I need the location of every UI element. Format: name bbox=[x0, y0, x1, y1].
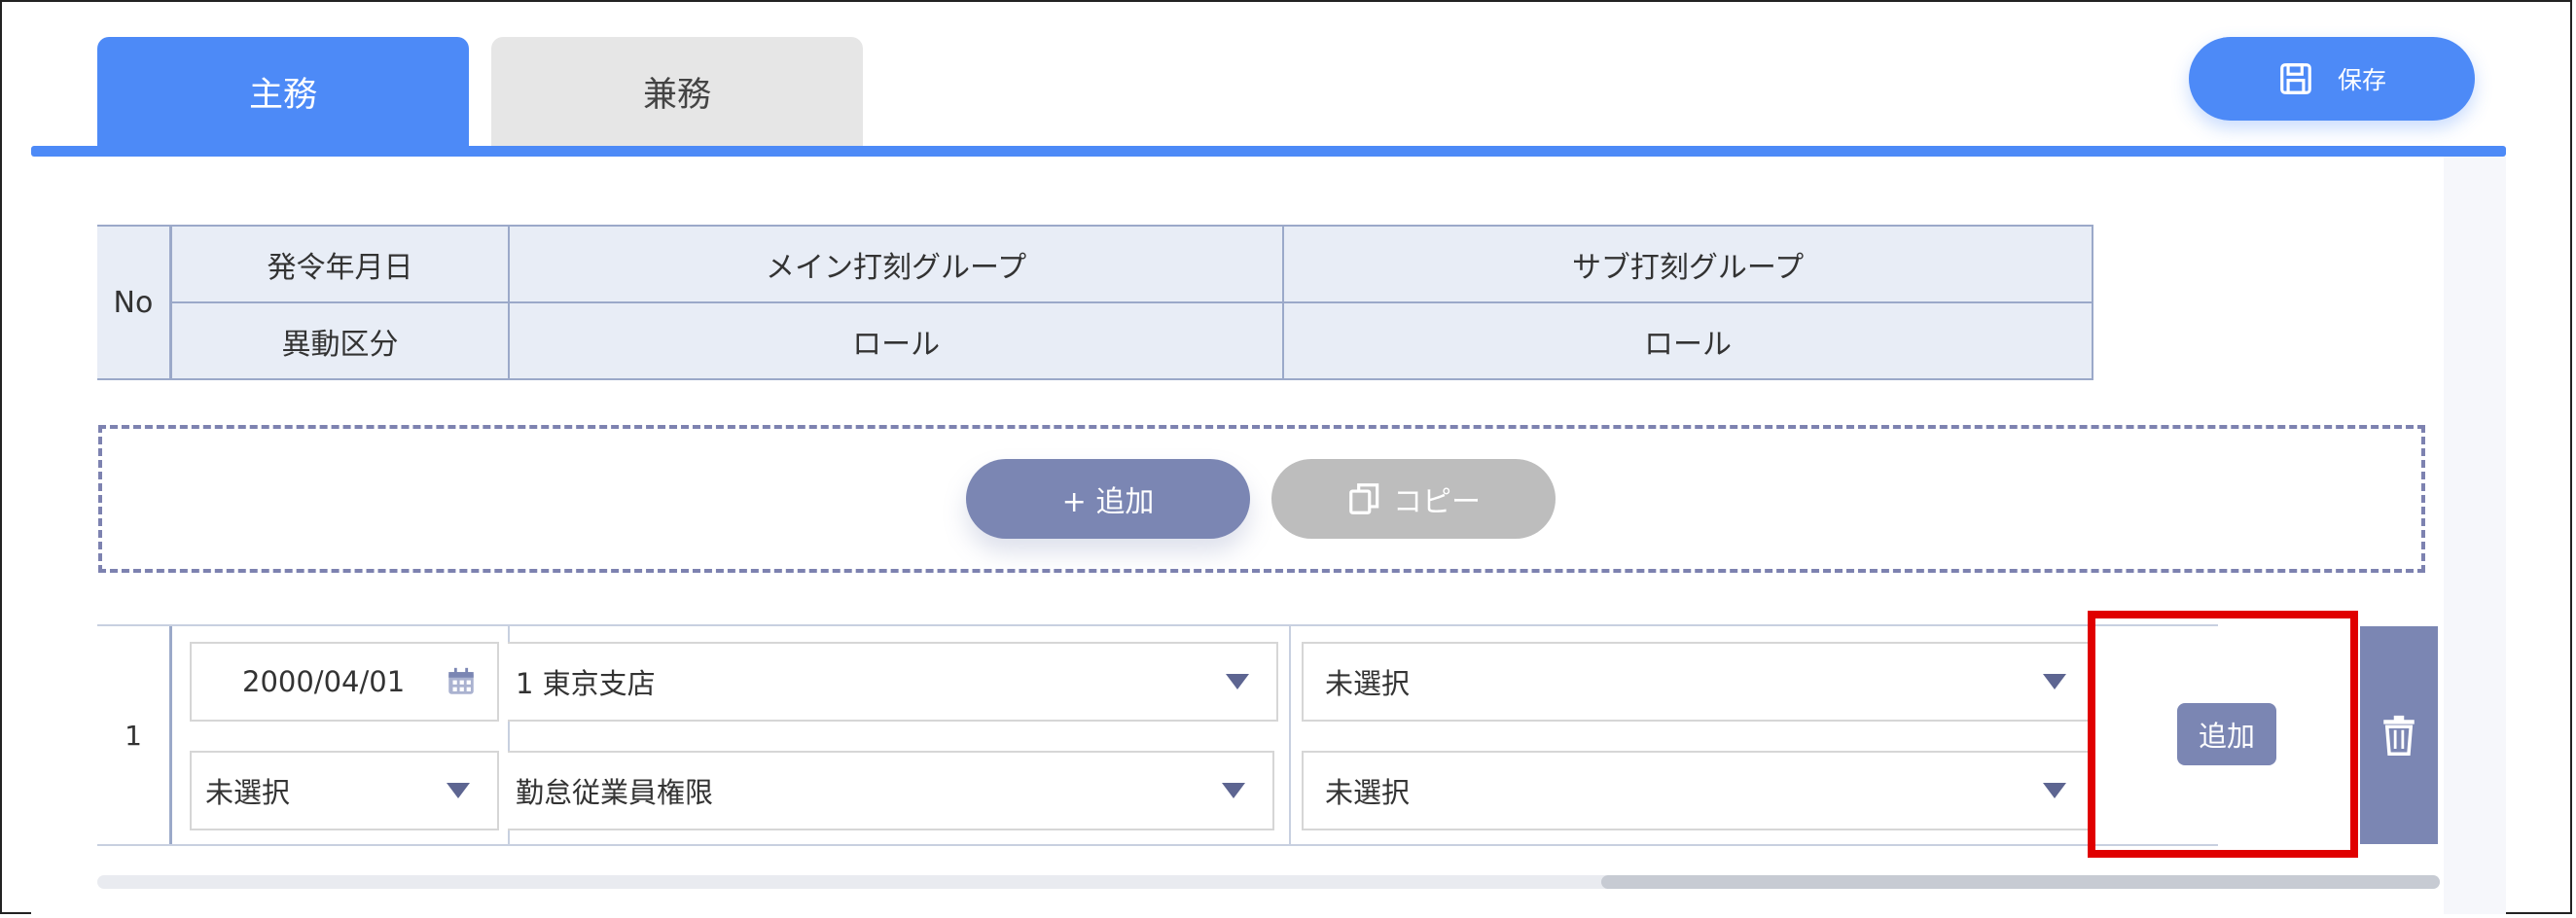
add-row-button[interactable]: + 追加 bbox=[966, 459, 1250, 539]
trash-icon[interactable] bbox=[2381, 715, 2416, 756]
transfer-type-select[interactable]: 未選択 bbox=[190, 751, 499, 830]
header-transfer-type: 異動区分 bbox=[169, 301, 511, 380]
row-top-border bbox=[97, 624, 2218, 626]
sub-role-value: 未選択 bbox=[1325, 776, 1411, 809]
add-area bbox=[98, 425, 2425, 573]
chevron-down-icon bbox=[2043, 674, 2066, 689]
main-group-value: 1 東京支店 bbox=[516, 667, 656, 700]
calendar-icon[interactable] bbox=[445, 665, 478, 698]
header-main-role: ロール bbox=[508, 301, 1285, 380]
header-table: No 発令年月日 メイン打刻グループ サブ打刻グループ 異動区分 ロール ロール bbox=[97, 225, 2093, 380]
main-group-select[interactable]: 1 東京支店 bbox=[508, 642, 1278, 722]
column-divider bbox=[1289, 626, 1291, 844]
copy-icon bbox=[1349, 483, 1379, 514]
save-label: 保存 bbox=[2337, 66, 2386, 94]
horizontal-scrollbar-thumb[interactable] bbox=[1601, 875, 2440, 889]
chevron-down-icon bbox=[1226, 674, 1249, 689]
chevron-down-icon bbox=[447, 783, 470, 798]
tab-secondary[interactable]: 兼務 bbox=[491, 37, 863, 146]
header-no: No bbox=[97, 225, 172, 380]
sub-role-select[interactable]: 未選択 bbox=[1302, 751, 2095, 830]
date-input[interactable]: 2000/04/01 bbox=[190, 642, 499, 722]
tab-underline bbox=[31, 146, 2506, 157]
main-role-value: 勤怠従業員権限 bbox=[516, 776, 714, 809]
save-button[interactable]: 保存 bbox=[2189, 37, 2475, 121]
header-main-group: メイン打刻グループ bbox=[508, 225, 1285, 303]
highlight-box bbox=[2088, 611, 2358, 858]
copy-row-button[interactable]: コピー bbox=[1271, 459, 1556, 539]
header-sub-group: サブ打刻グループ bbox=[1282, 225, 2093, 303]
chevron-down-icon bbox=[1222, 783, 1245, 798]
date-value: 2000/04/01 bbox=[242, 665, 406, 698]
save-icon bbox=[2280, 63, 2311, 94]
delete-column[interactable] bbox=[2360, 626, 2438, 844]
main-role-select[interactable]: 勤怠従業員権限 bbox=[508, 751, 1274, 830]
copy-label: コピー bbox=[1393, 485, 1481, 519]
row-bottom-border bbox=[97, 844, 2218, 846]
row-number: 1 bbox=[97, 626, 172, 844]
transfer-type-value: 未選択 bbox=[205, 776, 291, 809]
chevron-down-icon bbox=[2043, 783, 2066, 798]
sub-group-select[interactable]: 未選択 bbox=[1302, 642, 2095, 722]
header-sub-role: ロール bbox=[1282, 301, 2093, 380]
sub-group-value: 未選択 bbox=[1325, 667, 1411, 700]
tab-primary[interactable]: 主務 bbox=[97, 37, 469, 146]
header-issue-date: 発令年月日 bbox=[169, 225, 511, 303]
